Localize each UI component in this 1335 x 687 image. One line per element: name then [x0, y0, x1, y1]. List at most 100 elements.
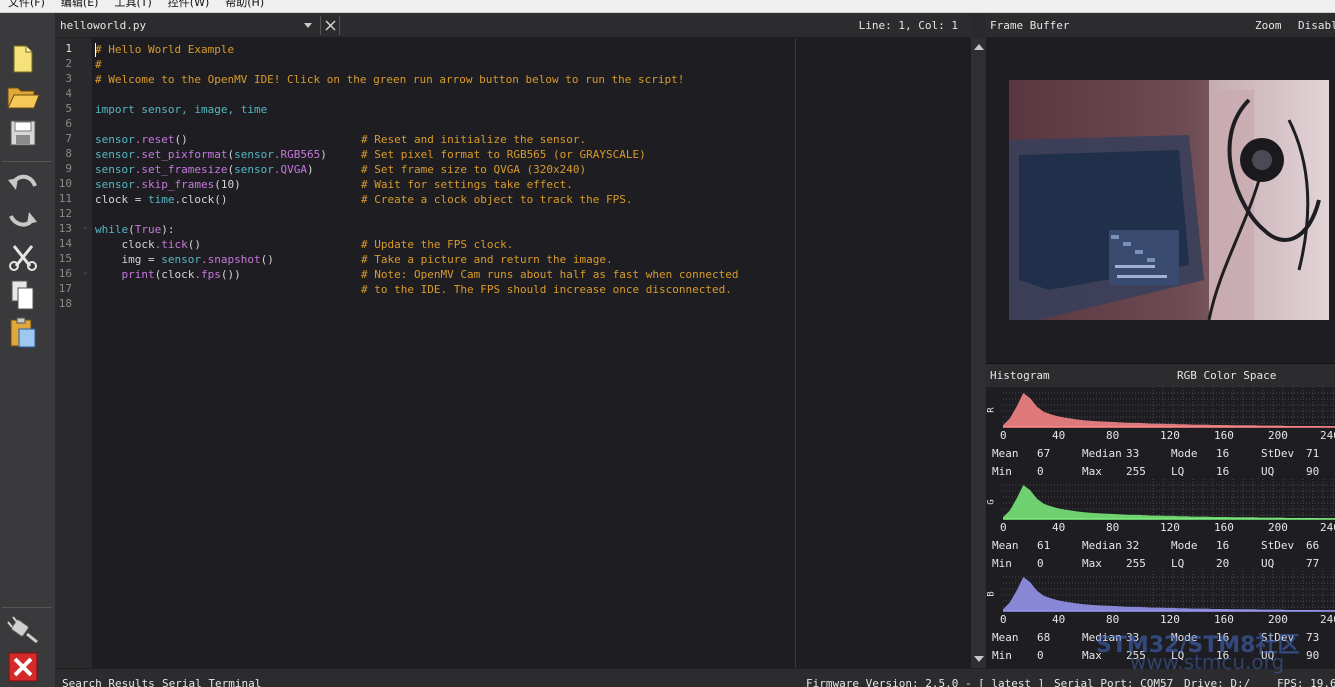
line-number: 16 — [58, 267, 72, 280]
save-icon — [10, 120, 36, 146]
drive-path[interactable]: Drive: D:/ — [1184, 677, 1250, 687]
code-token: .RGB565 — [273, 148, 321, 161]
tab-serial-terminal[interactable]: Serial Terminal — [162, 677, 261, 687]
open-file-button[interactable] — [4, 79, 42, 115]
histogram-panel: R04080120160200240Mean67Median33Mode16St… — [986, 387, 1335, 668]
save-button[interactable] — [4, 115, 42, 151]
fold-marker-icon[interactable]: ◦ — [83, 221, 88, 236]
code-token: while — [95, 223, 129, 236]
code-comment: # Create a clock object to track the FPS… — [361, 193, 633, 206]
stat-value-median: 32 — [1126, 539, 1140, 552]
code-token: .snapshot — [200, 253, 261, 266]
stat-value-mode: 16 — [1216, 539, 1230, 552]
file-selector[interactable]: helloworld.py — [56, 16, 318, 35]
line-number: 14 — [58, 237, 72, 250]
code-line-11: clock = time.clock() # Create a clock obj… — [95, 192, 633, 207]
code-editor[interactable]: # Hello World Example # # Welcome to the… — [92, 38, 970, 668]
undo-button[interactable] — [4, 165, 42, 201]
code-token: clock = — [95, 193, 148, 206]
histogram-stats-row: Min 0 Max 255 LQ 20 UQ 77 — [986, 557, 1335, 571]
file-name: helloworld.py — [60, 19, 147, 32]
run-stop-button[interactable] — [4, 649, 42, 685]
code-line-15: img = sensor.snapshot() # Take a picture … — [95, 252, 612, 267]
code-line-5: import sensor, image, time — [95, 102, 267, 117]
line-number-gutter: 1 2 3 4 5 6 7 8 9 10 11 12 13 ◦ 14 15 16… — [56, 38, 92, 668]
paste-button[interactable] — [4, 315, 42, 351]
close-file-button[interactable] — [320, 16, 340, 35]
line-number: 1 — [65, 42, 72, 55]
stat-label-mean: Mean — [992, 447, 1019, 460]
axis-tick-label: 240 — [1320, 521, 1335, 534]
code-line-3: # Welcome to the OpenMV IDE! Click on th… — [95, 73, 685, 86]
code-token: print — [95, 268, 155, 281]
copy-button[interactable] — [4, 277, 42, 313]
code-token: () — [260, 253, 274, 266]
histogram-area — [1003, 485, 1335, 519]
stat-value-min: 0 — [1037, 465, 1044, 478]
menu-edit[interactable]: 编辑(E) — [53, 0, 107, 10]
menu-widgets[interactable]: 控件(W) — [160, 0, 217, 10]
close-icon — [325, 20, 335, 31]
stat-value-mode: 16 — [1216, 447, 1230, 460]
firmware-version[interactable]: Firmware Version: 2.5.0 - [ latest ] — [806, 677, 1044, 687]
stat-label-lq: LQ — [1171, 557, 1185, 570]
stat-value-min: 0 — [1037, 557, 1044, 570]
stat-value-uq: 90 — [1306, 465, 1320, 478]
redo-button[interactable] — [4, 201, 42, 237]
axis-tick-label: 0 — [1000, 521, 1007, 534]
new-file-button[interactable] — [4, 41, 42, 77]
code-line-9: sensor.set_framesize(sensor.QVGA) # Set f… — [95, 162, 586, 177]
histogram-stats-row: Mean 68 Median 33 Mode 16 StDev 73 — [986, 631, 1335, 645]
axis-tick-label: 0 — [1000, 429, 1007, 442]
color-space-selector[interactable]: RGB Color Space — [1177, 369, 1276, 382]
channel-label: B — [986, 591, 997, 597]
code-token: sensor — [234, 148, 274, 161]
open-folder-icon — [7, 87, 40, 109]
code-token: time — [147, 193, 175, 206]
connect-plug-icon — [7, 616, 38, 644]
stat-label-uq: UQ — [1261, 557, 1275, 570]
menu-tools[interactable]: 工具(T) — [106, 0, 159, 10]
code-token: () — [187, 238, 201, 251]
code-token: img = — [95, 253, 162, 266]
stat-value-min: 0 — [1037, 649, 1044, 662]
editor-vertical-scrollbar[interactable] — [970, 38, 986, 668]
stop-icon — [8, 652, 38, 682]
fold-marker-icon[interactable]: ◦ — [83, 266, 88, 281]
code-token: import — [95, 103, 135, 116]
menu-help[interactable]: 帮助(H) — [217, 0, 272, 10]
scroll-down-icon[interactable] — [974, 656, 984, 662]
code-line-8: sensor.set_pixformat(sensor.RGB565) # Set… — [95, 147, 646, 162]
axis-tick-label: 80 — [1106, 613, 1120, 626]
stat-label-mean: Mean — [992, 539, 1019, 552]
disable-toggle[interactable]: Disable — [1298, 19, 1335, 32]
code-token: .set_framesize — [134, 163, 228, 176]
code-token: sensor — [95, 133, 135, 146]
histogram-stats-row: Mean 61 Median 32 Mode 16 StDev 66 — [986, 539, 1335, 553]
tab-search-results[interactable]: Search Results — [62, 677, 155, 687]
stat-label-median: Median — [1082, 539, 1122, 552]
stat-value-lq: 20 — [1216, 557, 1230, 570]
menu-file[interactable]: 文件(F) — [0, 0, 53, 10]
stat-label-mode: Mode — [1171, 539, 1198, 552]
code-comment: # Set pixel format to RGB565 (or GRAYSCA… — [361, 148, 646, 161]
axis-tick-label: 200 — [1268, 429, 1288, 442]
line-number: 7 — [65, 132, 72, 145]
stat-label-max: Max — [1082, 649, 1102, 662]
code-token: .fps — [194, 268, 221, 281]
stat-value-stdev: 71 — [1306, 447, 1320, 460]
zoom-toggle[interactable]: Zoom — [1255, 19, 1282, 32]
code-comment: # Reset and initialize the sensor. — [361, 133, 587, 146]
histogram-axis: 0 40 80 120 160 200 240 — [986, 521, 1335, 535]
cut-button[interactable] — [4, 239, 42, 275]
histogram-stats-row: Min 0 Max 255 LQ 16 UQ 90 — [986, 465, 1335, 479]
axis-tick-label: 40 — [1052, 429, 1066, 442]
frame-buffer-view — [986, 38, 1335, 363]
histogram-channel-g: G04080120160200240Mean61Median32Mode16St… — [986, 479, 1335, 571]
channel-label: R — [986, 407, 997, 413]
connect-button[interactable] — [4, 611, 42, 647]
code-token: .QVGA — [273, 163, 307, 176]
scroll-up-icon[interactable] — [974, 44, 984, 50]
line-number: 11 — [58, 192, 72, 205]
code-line-1: # Hello World Example — [95, 43, 235, 56]
